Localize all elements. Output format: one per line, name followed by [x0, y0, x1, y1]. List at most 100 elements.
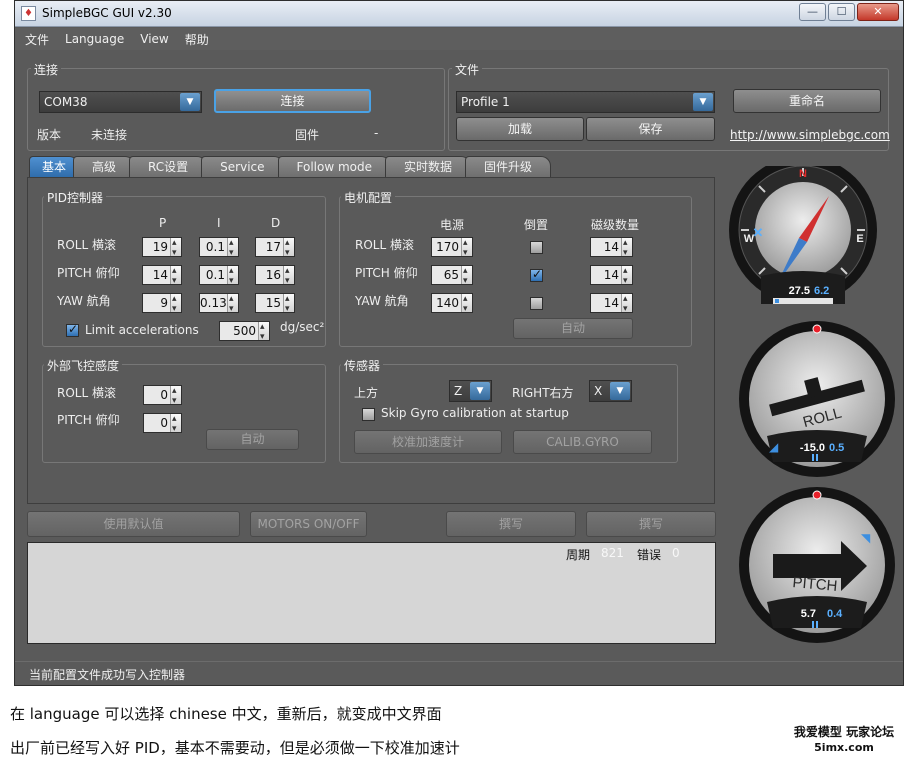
- sensor-right-value: X: [594, 384, 603, 398]
- motor-group-label: 电机配置: [341, 189, 396, 206]
- tab-realtime-data[interactable]: 实时数据: [385, 156, 472, 178]
- pid-yaw-i[interactable]: 0.13: [199, 290, 239, 318]
- pid-roll-i[interactable]: 0.1: [199, 234, 239, 262]
- ext-fc-group-label: 外部飞控感度: [44, 357, 123, 374]
- motor-pitch-poles[interactable]: 14: [590, 262, 633, 290]
- maximize-button[interactable]: ☐: [828, 3, 855, 21]
- compass-north-label: N: [799, 168, 807, 180]
- app-window: ♦ SimpleBGC GUI v2.30 — ☐ ✕ 文件 Language …: [14, 0, 904, 686]
- compass-east-label: E: [856, 233, 863, 245]
- error-value: 0: [672, 546, 680, 560]
- roll-marker-icon: ◢: [769, 440, 779, 454]
- tab-rc-settings[interactable]: RC设置: [129, 156, 208, 178]
- connect-button[interactable]: 连接: [214, 89, 371, 113]
- pid-pitch-i[interactable]: 0.1: [199, 262, 239, 290]
- pitch-marker-icon: ◥: [861, 531, 871, 545]
- pid-pitch-label: PITCH 俯仰: [57, 266, 120, 280]
- window-title: SimpleBGC GUI v2.30: [42, 6, 172, 20]
- load-button[interactable]: 加载: [456, 117, 584, 141]
- write-button-1[interactable]: 撰写: [446, 511, 576, 537]
- close-button[interactable]: ✕: [857, 3, 899, 21]
- motor-roll-invert[interactable]: [530, 241, 543, 254]
- motor-roll-power[interactable]: 170: [431, 234, 473, 262]
- status-text: 当前配置文件成功写入控制器: [29, 668, 186, 682]
- menu-file[interactable]: 文件: [25, 31, 49, 48]
- pid-group-label: PID控制器: [44, 189, 107, 206]
- version-label: 版本: [37, 128, 62, 142]
- profile-select[interactable]: Profile 1 ▼: [456, 91, 715, 113]
- pitch-value2: 0.4: [827, 608, 843, 620]
- limit-accel-checkbox[interactable]: [66, 322, 79, 337]
- pid-yaw-label: YAW 航角: [57, 294, 111, 308]
- calib-acc-button[interactable]: 校准加速度计: [354, 430, 502, 454]
- tab-follow-mode[interactable]: Follow mode: [277, 156, 392, 178]
- minimize-button[interactable]: —: [799, 3, 826, 21]
- console-area: 周期 821 错误 0: [27, 542, 716, 644]
- save-button[interactable]: 保存: [586, 117, 715, 141]
- limit-accel-label: Limit accelerations: [85, 323, 199, 337]
- menu-language[interactable]: Language: [65, 32, 124, 46]
- sensor-top-select[interactable]: Z ▼: [449, 380, 492, 402]
- motor-auto-button[interactable]: 自动: [513, 318, 633, 339]
- doc-line-1: 在 language 可以选择 chinese 中文，重新后，就变成中文界面: [10, 705, 442, 723]
- compass-value: 27.5: [789, 285, 810, 297]
- pid-roll-d[interactable]: 17: [255, 234, 295, 262]
- ext-pitch-value[interactable]: 0: [143, 410, 182, 438]
- use-defaults-button[interactable]: 使用默认值: [27, 511, 240, 537]
- status-bar: 当前配置文件成功写入控制器: [15, 661, 903, 685]
- motor-pitch-power[interactable]: 65: [431, 262, 473, 290]
- tab-firmware-upgrade[interactable]: 固件升级: [465, 156, 552, 178]
- error-label: 错误: [637, 548, 662, 562]
- tab-basic[interactable]: 基本: [29, 156, 80, 178]
- menu-bar: 文件 Language View 帮助: [15, 28, 903, 50]
- limit-accel-unit: dg/sec²: [280, 320, 325, 334]
- compass-heading-marker-icon: ✕: [753, 225, 764, 240]
- pid-pitch-p[interactable]: 14: [142, 262, 182, 290]
- motor-yaw-power[interactable]: 140: [431, 290, 473, 318]
- ext-auto-button[interactable]: 自动: [206, 429, 299, 450]
- firmware-value: -: [374, 126, 379, 140]
- basic-tab-panel: PID控制器 P I D ROLL 横滚 19 0.1 17 PITCH 俯仰 …: [27, 177, 715, 504]
- pid-header-p: P: [159, 216, 167, 230]
- pid-header-d: D: [271, 216, 281, 230]
- sensor-right-select[interactable]: X ▼: [589, 380, 632, 402]
- website-link[interactable]: http://www.simplebgc.com: [730, 128, 890, 142]
- pid-yaw-d[interactable]: 15: [255, 290, 295, 318]
- pid-yaw-p[interactable]: 9: [142, 290, 182, 318]
- file-group-label: 文件: [452, 61, 483, 78]
- motor-header-poles: 磁级数量: [591, 218, 640, 232]
- menu-view[interactable]: View: [140, 32, 168, 46]
- limit-accel-value[interactable]: 500: [219, 318, 270, 346]
- doc-line-2: 出厂前已经写入好 PID，基本不需要动，但是必须做一下校准加速计: [10, 739, 460, 757]
- motor-yaw-poles[interactable]: 14: [590, 290, 633, 318]
- rename-button[interactable]: 重命名: [733, 89, 881, 113]
- chevron-down-icon: ▼: [470, 382, 490, 400]
- ext-roll-value[interactable]: 0: [143, 382, 182, 410]
- chevron-down-icon: ▼: [610, 382, 630, 400]
- motors-toggle-button[interactable]: MOTORS ON/OFF: [250, 511, 367, 537]
- sensor-top-value: Z: [454, 384, 463, 398]
- menu-help[interactable]: 帮助: [185, 31, 209, 48]
- skip-gyro-label: Skip Gyro calibration at startup: [381, 406, 569, 420]
- compass-value2: 6.2: [814, 285, 829, 297]
- motor-yaw-invert[interactable]: [530, 297, 543, 310]
- motor-pitch-label: PITCH 俯仰: [355, 266, 418, 280]
- cycle-value: 821: [601, 546, 624, 560]
- pid-roll-p[interactable]: 19: [142, 234, 182, 262]
- app-icon: ♦: [21, 6, 36, 21]
- watermark-title: 我爱模型 玩家论坛: [793, 725, 895, 739]
- motor-roll-poles[interactable]: 14: [590, 234, 633, 262]
- skip-gyro-checkbox[interactable]: [362, 408, 375, 421]
- tab-service[interactable]: Service: [201, 156, 284, 178]
- motor-pitch-invert[interactable]: [530, 267, 543, 282]
- motor-header-power: 电源: [440, 218, 465, 232]
- sensor-right-label: RIGHT右方: [512, 386, 574, 400]
- pid-pitch-d[interactable]: 16: [255, 262, 295, 290]
- gauges-column: N E W ✕ 27.5 6.2 ROLL ◢ -15.0 0.5 ◥ PITC…: [721, 156, 905, 646]
- ext-roll-label: ROLL 横滚: [57, 386, 116, 400]
- tab-advanced[interactable]: 高级: [73, 156, 136, 178]
- pid-roll-label: ROLL 横滚: [57, 238, 116, 252]
- calib-gyro-button[interactable]: CALIB.GYRO: [513, 430, 652, 454]
- port-select[interactable]: COM38 ▼: [39, 91, 202, 113]
- write-button-2[interactable]: 撰写: [586, 511, 716, 537]
